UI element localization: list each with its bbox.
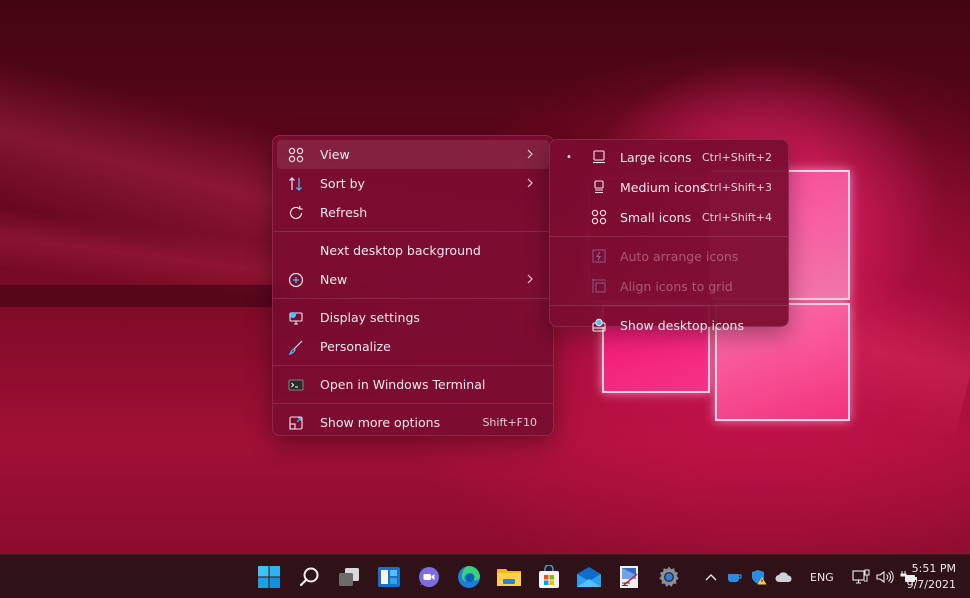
taskbar: ENG 5:51 PM 9/7/2021 — [0, 554, 970, 598]
mail-button[interactable] — [576, 565, 602, 589]
view-submenu: • Large icons Ctrl+Shift+2 Medium icons … — [549, 139, 789, 333]
menu-item-sort-by[interactable]: Sort by — [277, 169, 549, 198]
network-ethernet-icon — [852, 569, 870, 584]
edge-icon — [458, 566, 480, 588]
mail-icon — [577, 567, 601, 587]
menu-item-view[interactable]: View — [277, 140, 549, 169]
plus-circle-icon — [287, 271, 305, 289]
widgets-button[interactable] — [376, 565, 402, 589]
network-tray[interactable] — [850, 569, 872, 585]
teams-chat-icon — [419, 567, 439, 587]
terminal-icon — [287, 376, 305, 394]
refresh-icon — [287, 204, 305, 222]
search-button[interactable] — [296, 565, 322, 589]
medium-icons-icon — [590, 178, 608, 196]
menu-item-label: Refresh — [320, 205, 368, 220]
menu-item-refresh[interactable]: Refresh — [277, 198, 549, 227]
onedrive-tray[interactable] — [772, 571, 796, 583]
cup-icon — [728, 574, 742, 582]
speaker-volume-icon — [876, 570, 894, 584]
menu-separator — [273, 298, 553, 299]
task-view-icon — [339, 568, 359, 586]
menu-item-label: New — [320, 272, 348, 287]
wallpaper-shadow — [0, 285, 290, 307]
more-options-icon — [287, 414, 305, 432]
menu-item-label: View — [320, 147, 350, 162]
menu-item-label: Open in Windows Terminal — [320, 377, 486, 392]
chevron-right-icon — [527, 274, 533, 284]
system-tray: ENG — [702, 555, 920, 598]
menu-item-personalize[interactable]: Personalize — [277, 332, 549, 361]
shortcut-label: Ctrl+Shift+2 — [701, 150, 772, 164]
show-hidden-icons-button[interactable] — [702, 573, 720, 581]
store-icon — [539, 565, 559, 588]
settings-button[interactable] — [656, 565, 682, 589]
selected-bullet: • — [566, 151, 572, 163]
microsoft-store-button[interactable] — [536, 565, 562, 589]
shortcut-label: Ctrl+Shift+3 — [701, 180, 772, 194]
snipping-tool-button[interactable] — [616, 565, 642, 589]
menu-item-display-settings[interactable]: Display settings — [277, 303, 549, 332]
submenu-item-label: Auto arrange icons — [620, 248, 739, 264]
submenu-item-align-icons-to-grid[interactable]: Align icons to grid — [554, 271, 784, 301]
submenu-item-label: Show desktop icons — [620, 317, 744, 333]
show-desktop-icons-icon — [590, 316, 608, 334]
menu-item-new[interactable]: New — [277, 265, 549, 294]
align-grid-icon — [590, 277, 608, 295]
sort-arrows-icon — [287, 175, 305, 193]
menu-item-show-more-options[interactable]: Show more options Shift+F10 — [277, 408, 549, 437]
folder-icon — [497, 569, 521, 586]
shield-warning-icon — [752, 570, 767, 585]
menu-item-next-desktop-background[interactable]: Next desktop background — [277, 236, 549, 265]
desktop-context-menu: View Sort by Refresh Next desktop backgr… — [272, 135, 554, 436]
menu-separator — [550, 305, 788, 306]
file-explorer-button[interactable] — [496, 565, 522, 589]
windows-security-tray[interactable] — [748, 569, 770, 585]
clock-time: 5:51 PM — [911, 562, 956, 575]
windows-logo-icon — [258, 566, 280, 588]
search-icon — [299, 567, 319, 587]
volume-tray[interactable] — [874, 570, 896, 584]
submenu-item-auto-arrange-icons[interactable]: Auto arrange icons — [554, 241, 784, 271]
submenu-item-large-icons[interactable]: • Large icons Ctrl+Shift+2 — [554, 142, 784, 172]
start-button[interactable] — [256, 565, 282, 589]
grid-icon — [287, 146, 305, 164]
menu-separator — [550, 236, 788, 237]
onedrive-cloud-icon — [775, 572, 792, 582]
tray-app-cup[interactable] — [724, 571, 746, 583]
menu-separator — [273, 365, 553, 366]
taskbar-clock[interactable]: 5:51 PM 9/7/2021 — [907, 561, 956, 593]
chevron-up-icon — [705, 574, 717, 581]
menu-separator — [273, 403, 553, 404]
submenu-item-label: Align icons to grid — [620, 278, 733, 294]
shortcut-label: Ctrl+Shift+4 — [701, 210, 772, 224]
submenu-item-small-icons[interactable]: Small icons Ctrl+Shift+4 — [554, 202, 784, 232]
chat-button[interactable] — [416, 565, 442, 589]
brush-icon — [287, 338, 305, 356]
chevron-right-icon — [527, 178, 533, 188]
small-icons-icon — [590, 208, 608, 226]
display-settings-icon — [287, 309, 305, 327]
input-language-button[interactable]: ENG — [810, 571, 840, 584]
menu-item-open-in-windows-terminal[interactable]: Open in Windows Terminal — [277, 370, 549, 399]
chevron-right-icon — [527, 149, 533, 159]
task-view-button[interactable] — [336, 565, 362, 589]
menu-separator — [273, 231, 553, 232]
menu-item-label: Personalize — [320, 339, 391, 354]
auto-arrange-icon — [590, 247, 608, 265]
submenu-item-medium-icons[interactable]: Medium icons Ctrl+Shift+3 — [554, 172, 784, 202]
submenu-item-show-desktop-icons[interactable]: Show desktop icons — [554, 310, 784, 340]
large-icons-icon — [590, 148, 608, 166]
clock-date: 9/7/2021 — [906, 578, 956, 591]
shortcut-label: Shift+F10 — [482, 416, 537, 429]
blank-icon-slot — [287, 242, 305, 260]
snipping-tool-icon — [620, 566, 638, 588]
menu-item-label: Next desktop background — [320, 243, 481, 258]
edge-button[interactable] — [456, 565, 482, 589]
menu-item-label: Sort by — [320, 176, 365, 191]
menu-item-label: Display settings — [320, 310, 420, 325]
widgets-icon — [378, 567, 400, 587]
settings-gear-icon — [659, 566, 679, 587]
